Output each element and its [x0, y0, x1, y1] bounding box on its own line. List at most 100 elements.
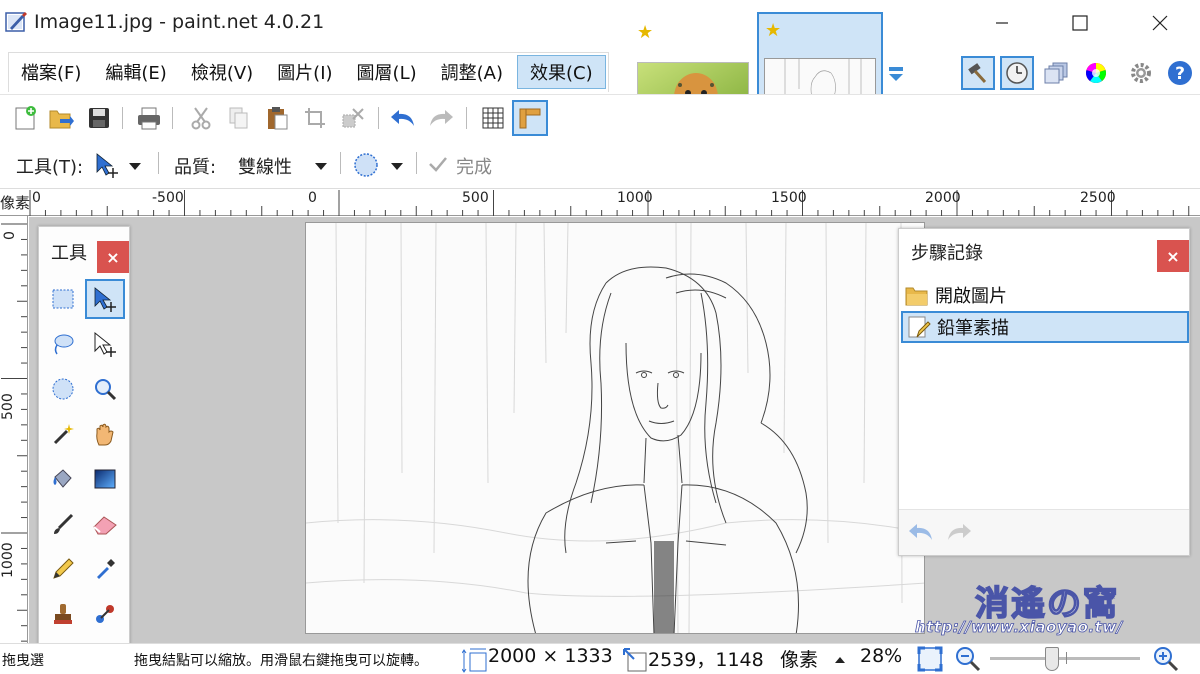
recolor-tool-icon[interactable]	[85, 594, 125, 634]
menu-view[interactable]: 檢視(V)	[179, 53, 265, 91]
main-toolbar	[0, 94, 1200, 140]
history-item-label: 開啟圖片	[935, 286, 1007, 307]
ruler-h-label: 500	[462, 190, 489, 206]
deselect-icon[interactable]	[338, 103, 368, 133]
current-tool-move-selected-icon[interactable]	[94, 152, 120, 182]
star-icon: ★	[765, 20, 782, 41]
help-icon[interactable]: ?	[1163, 56, 1197, 90]
history-panel: 步驟記錄 × 開啟圖片 鉛筆素描	[898, 228, 1190, 556]
crop-to-selection-icon[interactable]	[300, 103, 330, 133]
units-selector[interactable]: 像素	[780, 645, 818, 672]
title-bar: Image11.jpg - paint.net 4.0.21	[0, 0, 1200, 50]
zoom-to-window-icon[interactable]	[916, 645, 944, 673]
ruler-h-label: 1000	[617, 190, 653, 206]
minimize-button[interactable]	[982, 8, 1022, 38]
zoom-level-readout[interactable]: 28%	[860, 645, 902, 667]
pencil-tool-icon[interactable]	[43, 549, 83, 589]
tools-panel: 工具 × T	[38, 226, 130, 674]
clone-stamp-tool-icon[interactable]	[43, 594, 83, 634]
star-icon: ★	[637, 22, 654, 43]
undo-icon[interactable]	[388, 103, 418, 133]
selection-mode-dropdown-arrow-icon[interactable]	[390, 159, 404, 175]
cursor-position-readout: 2539，1148	[648, 649, 764, 671]
finish-label[interactable]: 完成	[456, 153, 492, 179]
ellipse-select-tool-icon[interactable]	[43, 369, 83, 409]
zoom-slider-tick	[1066, 652, 1067, 664]
quality-select-value[interactable]: 雙線性	[238, 153, 292, 179]
quality-label: 品質:	[174, 157, 217, 178]
tab-list-dropdown[interactable]	[886, 66, 906, 86]
menu-file[interactable]: 檔案(F)	[9, 53, 93, 91]
gradient-tool-icon[interactable]	[85, 459, 125, 499]
image-canvas[interactable]	[305, 222, 925, 634]
ruler-h-label: 2500	[1080, 190, 1116, 206]
copy-icon[interactable]	[224, 103, 254, 133]
units-dropdown-arrow-icon[interactable]	[834, 653, 846, 669]
pan-hand-tool-icon[interactable]	[85, 414, 125, 454]
menu-adjustments[interactable]: 調整(A)	[429, 53, 515, 91]
move-selected-pixels-tool-icon[interactable]	[85, 279, 125, 319]
print-icon[interactable]	[134, 103, 164, 133]
toolbar-separator	[466, 107, 467, 129]
zoom-out-icon[interactable]	[954, 645, 982, 674]
history-item-open-image[interactable]: 開啟圖片	[901, 279, 1189, 311]
selection-mode-icon[interactable]	[352, 151, 380, 183]
layers-window-toggle-icon[interactable]	[1040, 56, 1074, 90]
pencil-sketch-effect-icon	[905, 314, 933, 340]
menu-effects[interactable]: 效果(C)	[516, 55, 606, 89]
history-panel-close-button[interactable]: ×	[1157, 240, 1189, 272]
rectangle-select-tool-icon[interactable]	[43, 279, 83, 319]
folder-icon	[903, 282, 931, 308]
menu-bar: 檔案(F) 編輯(E) 檢視(V) 圖片(I) 圖層(L) 調整(A) 效果(C…	[8, 52, 609, 92]
cut-icon[interactable]	[186, 103, 216, 133]
paintnet-app-icon[interactable]	[4, 10, 28, 34]
rulers-toggle-icon[interactable]	[512, 100, 548, 136]
history-item-pencil-sketch[interactable]: 鉛筆素描	[901, 311, 1189, 343]
tools-panel-title: 工具	[51, 243, 87, 264]
toolbar-separator	[122, 107, 123, 129]
lasso-select-tool-icon[interactable]	[43, 324, 83, 364]
history-item-label: 鉛筆素描	[937, 318, 1009, 339]
ruler-h-label: -500	[152, 190, 184, 206]
ruler-v-label: 500	[0, 393, 16, 420]
maximize-button[interactable]	[1060, 8, 1100, 38]
ruler-h-label: 0	[308, 190, 317, 206]
settings-gear-icon[interactable]	[1124, 56, 1158, 90]
tool-dropdown-arrow-icon[interactable]	[128, 159, 142, 175]
history-panel-title: 步驟記錄	[911, 243, 983, 264]
tools-window-toggle-hammer-icon[interactable]	[961, 56, 995, 90]
colors-window-toggle-icon[interactable]	[1079, 56, 1113, 90]
history-window-toggle-clock-icon[interactable]	[1000, 56, 1034, 90]
tools-panel-close-button[interactable]: ×	[97, 241, 129, 273]
zoom-tool-icon[interactable]	[85, 369, 125, 409]
finish-check-icon[interactable]	[428, 155, 448, 177]
status-bar: 拖曳選 拖曳結點可以縮放。用滑鼠右鍵拖曳可以旋轉。 2000 × 1333 25…	[0, 643, 1200, 674]
close-window-button[interactable]	[1140, 8, 1180, 38]
save-file-icon[interactable]	[84, 103, 114, 133]
quality-dropdown-arrow-icon[interactable]	[314, 159, 328, 175]
pixel-grid-icon[interactable]	[478, 103, 508, 133]
menu-layers[interactable]: 圖層(L)	[345, 53, 429, 91]
history-redo-icon[interactable]	[945, 521, 973, 547]
zoom-in-icon[interactable]	[1152, 645, 1180, 674]
new-file-icon[interactable]	[10, 103, 40, 133]
history-undo-icon[interactable]	[907, 521, 935, 547]
paste-icon[interactable]	[262, 103, 292, 133]
zoom-slider-thumb[interactable]	[1044, 647, 1059, 671]
options-separator	[158, 152, 159, 174]
menu-image[interactable]: 圖片(I)	[265, 53, 344, 91]
paint-bucket-tool-icon[interactable]	[43, 459, 83, 499]
vertical-ruler	[0, 216, 28, 646]
move-selection-tool-icon[interactable]	[85, 324, 125, 364]
zoom-slider-track[interactable]	[990, 657, 1140, 660]
window-title: Image11.jpg - paint.net 4.0.21	[34, 11, 325, 33]
magic-wand-tool-icon[interactable]	[43, 414, 83, 454]
options-separator	[340, 152, 341, 174]
paintbrush-tool-icon[interactable]	[43, 504, 83, 544]
open-file-icon[interactable]	[46, 103, 76, 133]
ruler-unit-label[interactable]: 像素	[0, 192, 30, 213]
color-picker-tool-icon[interactable]	[85, 549, 125, 589]
menu-edit[interactable]: 編輯(E)	[93, 53, 178, 91]
redo-icon[interactable]	[426, 103, 456, 133]
eraser-tool-icon[interactable]	[85, 504, 125, 544]
